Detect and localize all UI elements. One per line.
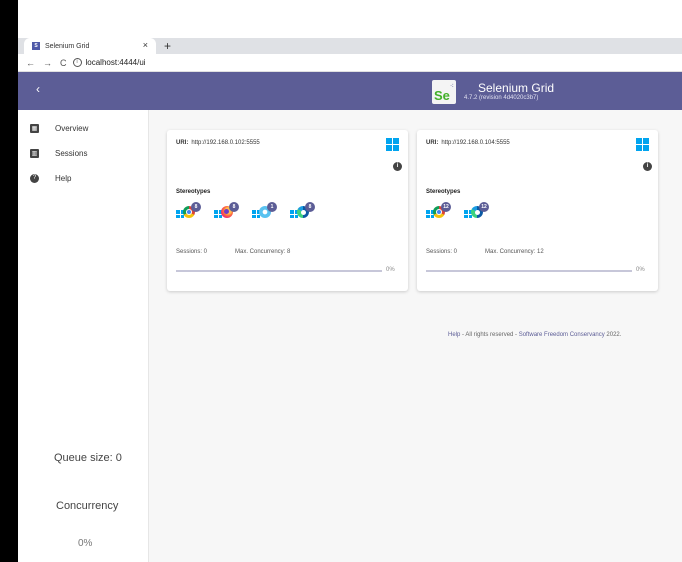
slot-count-badge: 12 [479, 202, 489, 212]
slot-count-badge: 8 [305, 202, 315, 212]
footer-year: 2022. [604, 332, 622, 338]
concurrency-title: Concurrency [56, 500, 119, 512]
app-title: Selenium Grid [478, 81, 555, 95]
node-usage-percent: 0% [636, 267, 645, 273]
selenium-logo: ⁖ Se [432, 80, 456, 104]
stereotype-chrome[interactable]: 12 [426, 202, 464, 220]
node-max-concurrency: Max. Concurrency: 12 [485, 249, 544, 255]
stereotypes-label: Stereotypes [426, 189, 461, 195]
stereotype-list: 12 12 [426, 202, 502, 222]
tab-strip: S Selenium Grid × + [18, 38, 682, 54]
info-icon[interactable]: i [393, 162, 402, 171]
node-card: URI: http://192.168.0.102:5555 i Stereoty… [167, 130, 408, 291]
sidebar: ▦ Overview ▥ Sessions ? Help Queue size:… [18, 110, 149, 562]
sidebar-item-overview[interactable]: ▦ Overview [30, 120, 88, 136]
stereotype-list: 8 8 1 8 [176, 202, 328, 222]
windows-icon [636, 138, 649, 151]
queue-size: Queue size: 0 [54, 452, 122, 464]
new-tab-button[interactable]: + [164, 38, 171, 54]
node-sessions: Sessions: 0 [426, 249, 458, 255]
sidebar-item-label: Sessions [55, 148, 88, 158]
app-revision: 4.7.2 (revision 4d4020c3b7) [464, 95, 539, 101]
node-uri: URI: http://192.168.0.104:5555 [426, 140, 510, 146]
sidebar-item-label: Overview [55, 123, 89, 133]
stereotype-edge[interactable]: 12 [464, 202, 502, 220]
slot-count-badge: 1 [267, 202, 277, 212]
top-blank-area [18, 0, 682, 38]
sidebar-item-sessions[interactable]: ▥ Sessions [30, 145, 87, 161]
node-usage-percent: 0% [386, 267, 395, 273]
tab-title: Selenium Grid [45, 42, 90, 50]
info-icon[interactable]: i [643, 162, 652, 171]
tab-close-icon[interactable]: × [143, 40, 148, 50]
windows-icon [386, 138, 399, 151]
footer-rights: - All rights reserved - [460, 332, 519, 338]
footer: Help - All rights reserved - Software Fr… [448, 332, 621, 338]
node-card: URI: http://192.168.0.104:5555 i Stereoty… [417, 130, 658, 291]
browser-tab[interactable]: S Selenium Grid × [24, 38, 156, 54]
stereotype-chrome[interactable]: 8 [176, 202, 214, 220]
forward-arrow-icon[interactable]: → [43, 58, 52, 68]
browser-window: S Selenium Grid × + ← → C i localhost:44… [18, 0, 682, 562]
stereotypes-label: Stereotypes [176, 189, 211, 195]
slot-count-badge: 8 [191, 202, 201, 212]
footer-org-link[interactable]: Software Freedom Conservancy [519, 332, 605, 338]
main-content: URI: http://192.168.0.102:5555 i Stereoty… [149, 110, 682, 562]
uri-value: http://192.168.0.104:5555 [441, 140, 510, 146]
back-arrow-icon[interactable]: ← [26, 58, 35, 68]
sidebar-item-help[interactable]: ? Help [30, 170, 71, 186]
help-icon: ? [30, 173, 39, 183]
node-max-concurrency: Max. Concurrency: 8 [235, 249, 291, 255]
dashboard-icon: ▦ [30, 123, 39, 133]
assessment-icon: ▥ [30, 148, 39, 158]
uri-label: URI: [176, 140, 189, 146]
app-header: ‹ ⁖ Se Selenium Grid 4.7.2 (revision 4d4… [18, 72, 682, 110]
black-edge [0, 0, 18, 562]
url-text: localhost:4444/ui [85, 58, 146, 67]
grid-nodes-icon: ⁖ [449, 83, 454, 90]
selenium-favicon-icon: S [32, 42, 40, 50]
sidebar-item-label: Help [55, 173, 72, 183]
node-uri: URI: http://192.168.0.102:5555 [176, 140, 260, 146]
uri-value: http://192.168.0.102:5555 [191, 140, 260, 146]
node-sessions: Sessions: 0 [176, 249, 208, 255]
slot-count-badge: 8 [229, 202, 239, 212]
node-usage-bar [426, 270, 632, 272]
concurrency-value: 0% [78, 538, 93, 549]
footer-help-link[interactable]: Help [448, 332, 460, 338]
stereotype-firefox[interactable]: 8 [214, 202, 252, 220]
site-info-icon[interactable]: i [72, 58, 82, 67]
address-bar: ← → C i localhost:4444/ui [18, 54, 682, 72]
node-usage-bar [176, 270, 382, 272]
stereotype-internet-explorer[interactable]: 1 [252, 202, 290, 220]
url-field[interactable]: i localhost:4444/ui [72, 58, 146, 67]
drawer-toggle-chevron-icon[interactable]: ‹ [36, 82, 40, 96]
uri-label: URI: [426, 140, 439, 146]
reload-icon[interactable]: C [60, 58, 67, 68]
slot-count-badge: 12 [441, 202, 451, 212]
stereotype-edge[interactable]: 8 [290, 202, 328, 220]
selenium-logo-text: Se [434, 88, 450, 103]
